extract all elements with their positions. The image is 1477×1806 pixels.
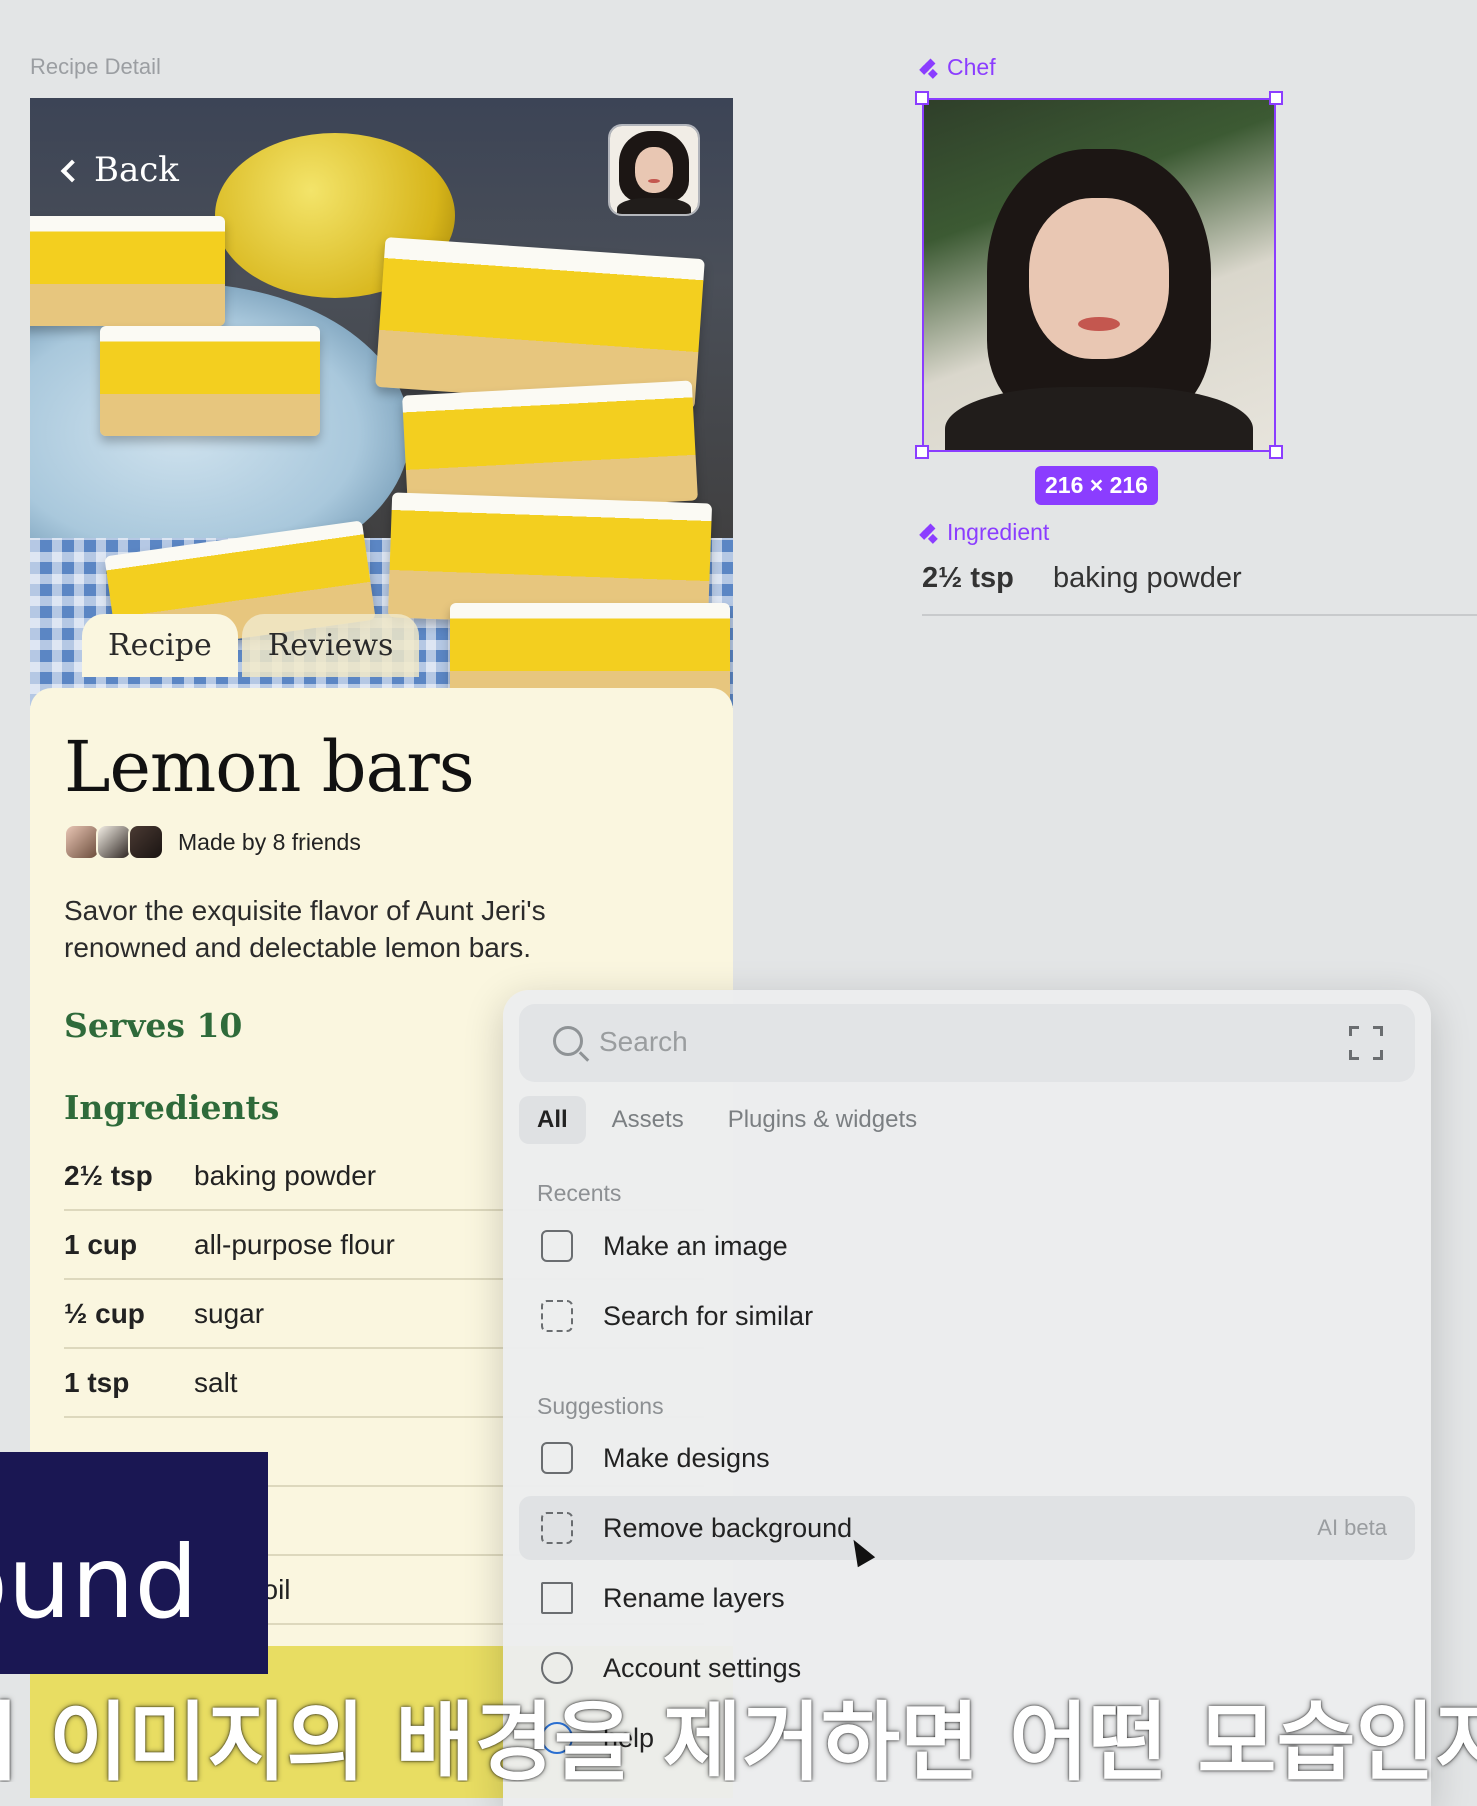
recents-label: Recents <box>537 1180 622 1206</box>
ingredient-label-text: Ingredient <box>947 519 1050 545</box>
action-rename-layers[interactable]: Rename layers <box>519 1566 1415 1630</box>
caption-fragment-wrap: ound <box>0 1452 268 1674</box>
action-make-an-image[interactable]: Make an image <box>519 1214 1415 1278</box>
ingredient-qty: 1 tsp <box>64 1366 130 1398</box>
action-label: Make an image <box>603 1230 788 1261</box>
hero-image: Back Recipe Reviews <box>30 98 733 708</box>
chef-component-label[interactable]: Chef <box>923 54 996 81</box>
friend-avatars <box>64 824 164 860</box>
ingredient-name: salt <box>194 1366 238 1398</box>
ai-beta-badge: AI beta <box>1317 1515 1387 1540</box>
avatar <box>64 824 100 860</box>
resize-handle[interactable] <box>915 445 929 459</box>
recipe-description: Savor the exquisite flavor of Aunt Jeri'… <box>64 895 546 963</box>
frame-label: Recipe Detail <box>30 54 161 79</box>
dimension-badge: 216 × 216 <box>1035 466 1158 505</box>
action-remove-background[interactable]: Remove background AI beta <box>519 1496 1415 1560</box>
chef-image-selection[interactable] <box>915 91 1283 459</box>
layout-sparkle-icon <box>541 1442 573 1474</box>
search-input[interactable] <box>599 1022 1299 1062</box>
chef-label-text: Chef <box>947 54 996 80</box>
chef-avatar[interactable] <box>608 124 700 216</box>
ingredient-name: all-purpose flour <box>194 1228 395 1260</box>
scan-similar-icon <box>541 1300 573 1332</box>
subtitle-wrap: 저 이미지의 배경을 제거하면 어떤 모습인지 <box>0 1672 1477 1782</box>
chevron-left-icon <box>60 159 84 183</box>
avatar <box>96 824 132 860</box>
ingredient-name: sugar <box>194 1297 265 1329</box>
video-subtitle: 저 이미지의 배경을 제거하면 어떤 모습인지 <box>0 1693 1477 1782</box>
ingredient-name: baking powder <box>1053 562 1242 594</box>
ingredients-heading: Ingredients <box>64 1088 280 1127</box>
tab-assets[interactable]: Assets <box>594 1096 702 1144</box>
image-sparkle-icon <box>541 1230 573 1262</box>
recipe-title: Lemon bars <box>64 726 475 808</box>
ingredient-qty: ½ cup <box>64 1297 145 1329</box>
ingredient-name: baking powder <box>194 1159 377 1191</box>
action-label: Rename layers <box>603 1582 785 1613</box>
suggestions-label: Suggestions <box>537 1393 664 1419</box>
ingredient-component[interactable]: 2½ tsp baking powder <box>922 562 1477 616</box>
tab-plugins-widgets[interactable]: Plugins & widgets <box>710 1096 935 1144</box>
action-make-designs[interactable]: Make designs <box>519 1426 1415 1490</box>
component-icon <box>923 525 939 541</box>
back-label: Back <box>94 150 179 190</box>
ingredient-qty: 2½ tsp <box>64 1159 153 1191</box>
resize-handle[interactable] <box>1269 445 1283 459</box>
ingredient-qty: 2½ tsp <box>922 562 1014 594</box>
caption-fragment: ound <box>0 1524 198 1641</box>
resize-handle[interactable] <box>915 91 929 105</box>
resize-handle[interactable] <box>1269 91 1283 105</box>
visual-search-icon[interactable] <box>1349 1026 1383 1060</box>
rename-icon <box>541 1582 573 1614</box>
recipe-tabs: Recipe Reviews <box>82 614 420 677</box>
chef-portrait <box>610 126 698 214</box>
search-bar[interactable] <box>519 1004 1415 1082</box>
search-icon <box>553 1026 583 1056</box>
tab-all[interactable]: All <box>519 1096 586 1144</box>
tab-recipe[interactable]: Recipe <box>82 614 238 677</box>
tab-reviews[interactable]: Reviews <box>241 614 420 677</box>
component-icon <box>923 60 939 76</box>
action-label: Remove background <box>603 1512 853 1543</box>
remove-bg-icon <box>541 1512 573 1544</box>
ingredient-qty: 1 cup <box>64 1228 138 1260</box>
panel-tabs: All Assets Plugins & widgets <box>519 1096 935 1144</box>
made-by-text: Made by 8 friends <box>178 828 361 855</box>
chef-portrait-large <box>924 100 1274 450</box>
ingredient-component-label[interactable]: Ingredient <box>923 519 1049 546</box>
lemon-bar-illustration <box>100 326 320 436</box>
action-label: Make designs <box>603 1442 770 1473</box>
action-label: Search for similar <box>603 1300 814 1331</box>
action-search-for-similar[interactable]: Search for similar <box>519 1284 1415 1348</box>
avatar <box>128 824 164 860</box>
lemon-bar-illustration <box>30 216 225 326</box>
made-by-row[interactable]: Made by 8 friends <box>64 824 361 860</box>
serves-count: Serves 10 <box>64 1006 243 1045</box>
back-button[interactable]: Back <box>60 150 179 190</box>
